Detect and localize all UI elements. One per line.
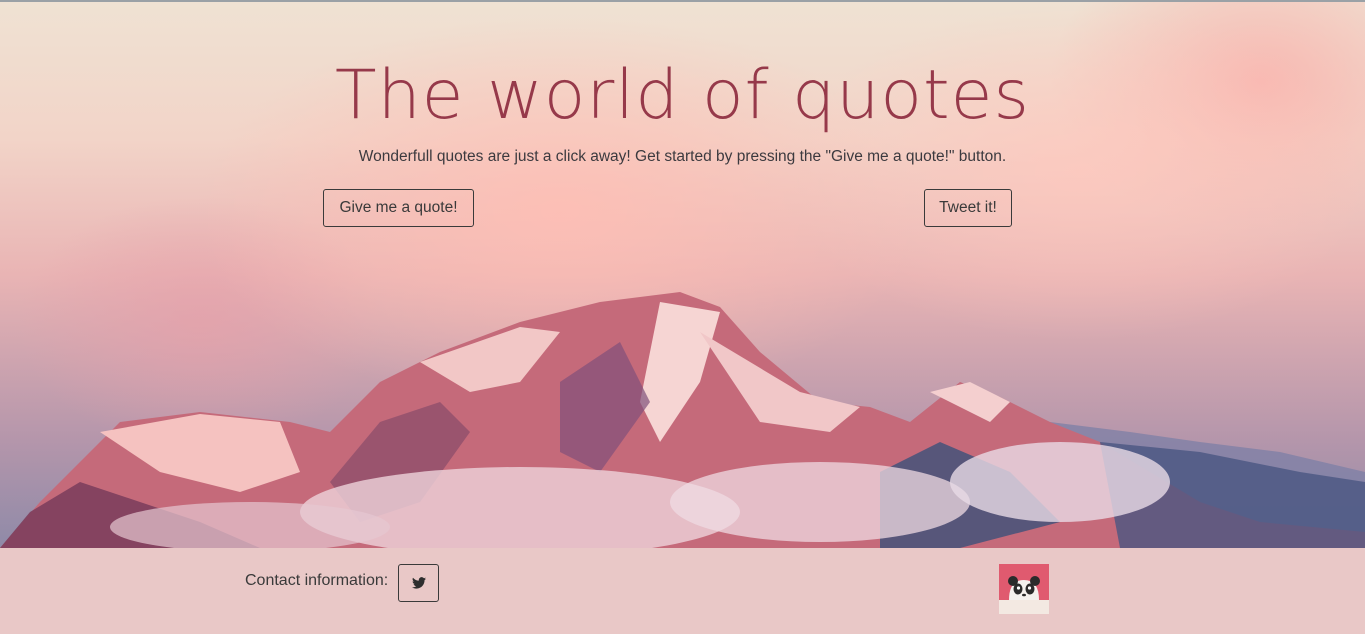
footer: [0, 548, 1365, 634]
contact-label: Contact information:: [245, 572, 389, 589]
twitter-icon: [411, 577, 426, 589]
page-subtitle: Wonderfull quotes are just a click away!…: [358, 148, 1007, 165]
avatar: [999, 564, 1049, 614]
tweet-button[interactable]: Tweet it!: [924, 189, 1012, 227]
give-quote-button[interactable]: Give me a quote!: [323, 189, 474, 227]
hero-section: The world of quotes Wonderfull quotes ar…: [0, 2, 1365, 548]
twitter-contact-button[interactable]: [398, 564, 439, 602]
panda-avatar-icon: [999, 564, 1049, 614]
page-title: The world of quotes: [335, 56, 1030, 135]
